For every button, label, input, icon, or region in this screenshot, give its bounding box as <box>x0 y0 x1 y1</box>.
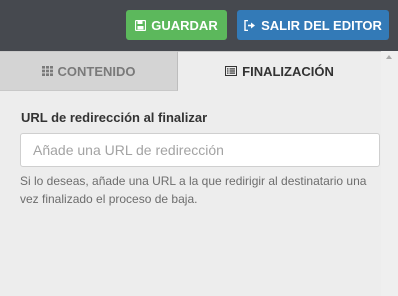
sign-out-icon <box>244 19 256 31</box>
tab-finalizacion[interactable]: FINALIZACIÓN <box>178 51 381 91</box>
save-button[interactable]: GUARDAR <box>126 10 227 40</box>
redirect-url-help-text: Si lo deseas, añade una URL a la que red… <box>20 174 367 206</box>
scroll-up-arrow-icon[interactable] <box>386 55 392 59</box>
top-toolbar: GUARDAR SALIR DEL EDITOR <box>0 0 398 51</box>
list-alt-icon <box>225 64 238 79</box>
exit-editor-button[interactable]: SALIR DEL EDITOR <box>237 10 389 40</box>
tab-finalizacion-label: FINALIZACIÓN <box>242 64 334 79</box>
grid-icon <box>41 64 53 79</box>
redirect-url-input[interactable] <box>20 133 380 167</box>
tab-contenido[interactable]: CONTENIDO <box>0 51 178 91</box>
tab-contenido-label: CONTENIDO <box>57 63 136 79</box>
editor-tabs: CONTENIDO FINALIZACIÓN <box>0 51 381 91</box>
redirect-url-label: URL de redirección al finalizar <box>21 110 208 125</box>
floppy-disk-icon <box>135 19 147 31</box>
save-button-label: GUARDAR <box>151 17 218 33</box>
exit-editor-button-label: SALIR DEL EDITOR <box>261 17 382 33</box>
vertical-scrollbar[interactable] <box>381 51 398 296</box>
